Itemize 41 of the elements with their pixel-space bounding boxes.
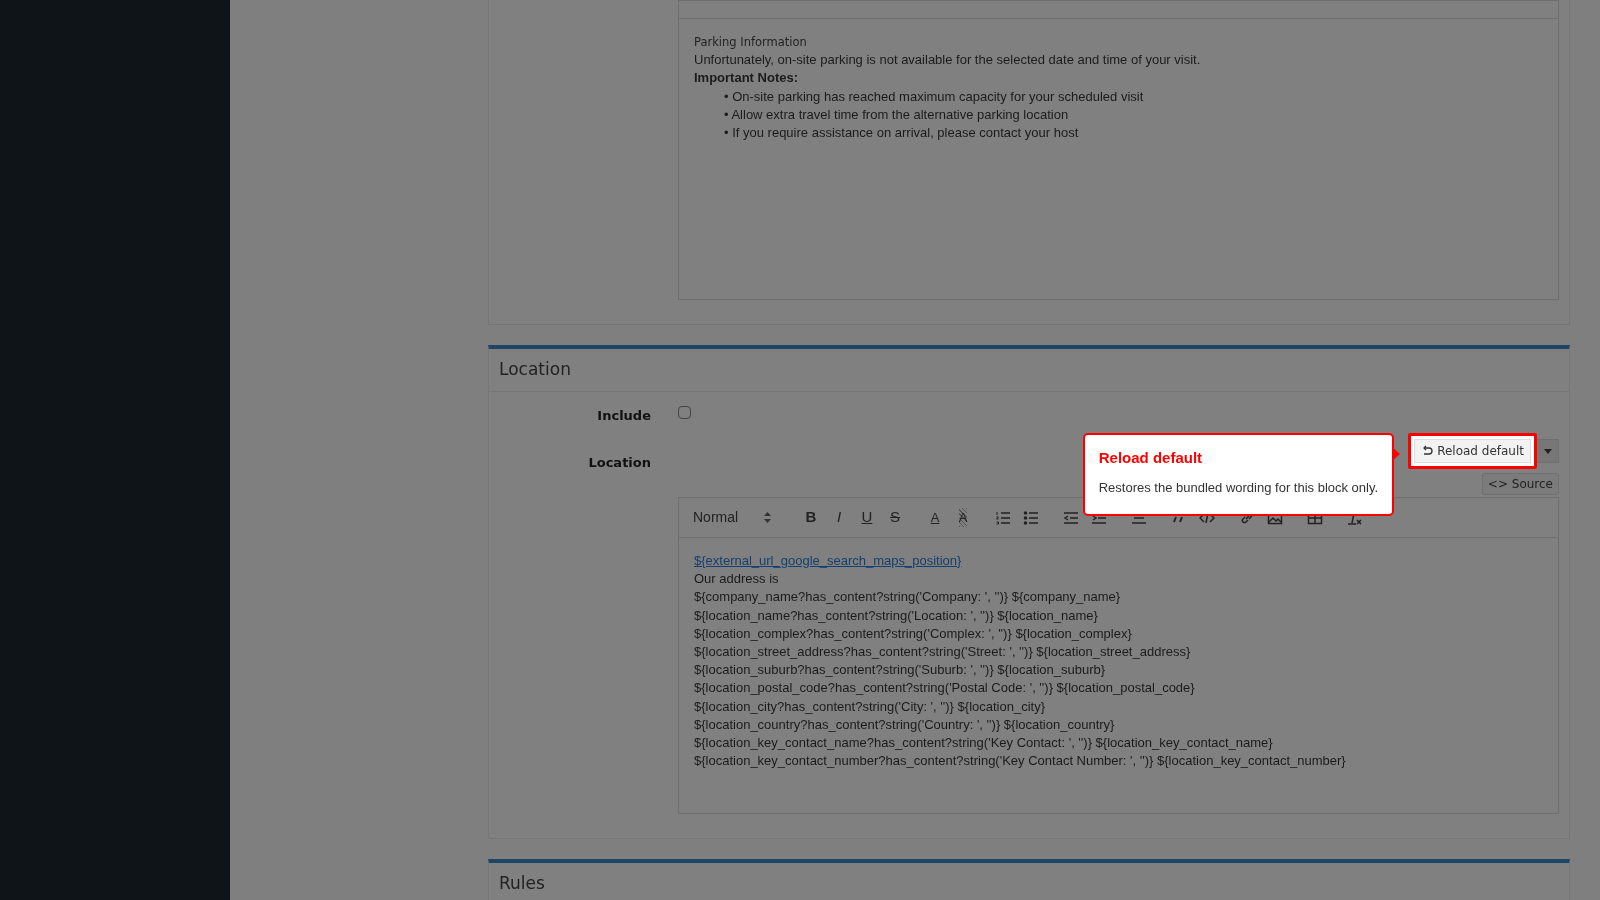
- section-title: Rules: [498, 872, 546, 895]
- reload-default-button[interactable]: Reload default: [1414, 439, 1531, 463]
- editor-text: ${location_suburb?has_content?string('Suburb: ', '')} ${location_suburb}: [694, 661, 1107, 680]
- bullet-item: • Allow extra travel time from the alternative parking location: [723, 105, 1070, 124]
- italic-button[interactable]: I: [825, 505, 853, 530]
- editor-text: Unfortunately, on-site parking is not available for the selected date and time of your visit.: [694, 51, 1202, 70]
- editor-text: Our address is: [694, 570, 780, 589]
- bold-button[interactable]: B: [797, 505, 825, 530]
- field-label: Include: [596, 406, 651, 425]
- select-arrows-icon: [764, 512, 771, 523]
- section-title: Location: [489, 349, 1569, 392]
- field-label: Location: [587, 454, 651, 472]
- editor-text: ${location_postal_code?has_content?string('Postal Code: ', '')} ${location_postal_code}: [694, 679, 1196, 698]
- bullet-item: • On-site parking has reached maximum capacity for your scheduled visit: [723, 87, 1145, 106]
- undo-icon: [1421, 445, 1434, 457]
- editor-text: ${location_key_contact_number?has_content?string('Key Contact Number: ', '')} ${location_key_contact_number}: [694, 752, 1347, 771]
- editor-text: ${location_complex?has_content?string('Complex: ', '')} ${location_complex}: [694, 624, 1133, 643]
- editor-text: ${company_name?has_content?string('Company: ', '')} ${company_name}: [694, 588, 1122, 607]
- caret-icon: [1543, 448, 1552, 454]
- editor-text: ${location_country?has_content?string('Country: ', '')} ${location_country}: [694, 715, 1116, 734]
- include-checkbox[interactable]: [678, 405, 691, 419]
- popover-title: Reload default: [1098, 449, 1204, 467]
- dropdown-toggle[interactable]: [1537, 439, 1559, 463]
- bullet-item: • If you require assistance on arrival, please contact your host: [723, 124, 1080, 142]
- popover-text: Restores the bundled wording for this block only.: [1098, 479, 1379, 497]
- editor-text: ${location_name?has_content?string('Location: ', '')} ${location_name}: [694, 606, 1099, 625]
- format-dropdown[interactable]: Normal: [687, 507, 777, 528]
- text-color-button[interactable]: A: [921, 505, 949, 530]
- highlight-color-button[interactable]: A: [949, 505, 977, 530]
- editor-text: Important Notes:: [694, 69, 799, 88]
- editor-text: ${location_city?has_content?string('City: ', '')} ${location_city}: [694, 697, 1047, 716]
- underline-button[interactable]: U: [853, 505, 881, 530]
- outdent-icon[interactable]: [1063, 509, 1079, 526]
- source-button[interactable]: <> Source: [1481, 473, 1559, 495]
- bullet-list-icon[interactable]: [1023, 509, 1039, 526]
- numbered-list-icon[interactable]: [995, 509, 1011, 526]
- editor-text: ${location_street_address?has_content?string('Street: ', '')} ${location_street_address}: [694, 643, 1192, 661]
- editor-link[interactable]: ${external_url_google_search_maps_position}: [694, 553, 962, 568]
- editor-caption: Parking Information: [694, 34, 808, 51]
- editor-text: ${location_key_contact_name?has_content?string('Key Contact: ', '')} ${location_key_contact_name}: [694, 734, 1274, 753]
- strikethrough-button[interactable]: S: [881, 505, 909, 530]
